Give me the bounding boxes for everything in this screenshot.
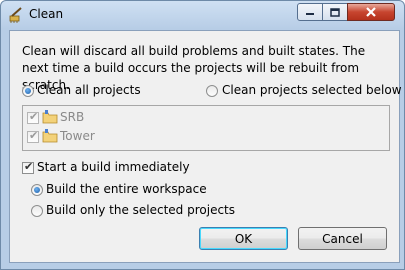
ok-button[interactable]: OK bbox=[199, 227, 288, 250]
cancel-button[interactable]: Cancel bbox=[298, 227, 387, 250]
build-entire-workspace-label[interactable]: Build the entire workspace bbox=[46, 182, 207, 196]
start-build-checkbox[interactable] bbox=[22, 160, 34, 174]
project-name-tower: Tower bbox=[60, 129, 95, 143]
project-checkbox-tower[interactable] bbox=[27, 129, 39, 143]
clean-dialog-window: Clean Clean will discard all build probl… bbox=[0, 0, 405, 270]
clean-all-projects-label[interactable]: Clean all projects bbox=[37, 83, 141, 97]
project-name-srb: SRB bbox=[60, 110, 85, 124]
minimize-button[interactable] bbox=[297, 3, 323, 21]
dialog-body: Clean will discard all build problems an… bbox=[9, 30, 402, 263]
build-selected-projects-label[interactable]: Build only the selected projects bbox=[46, 203, 235, 217]
minimize-icon bbox=[306, 13, 314, 15]
close-button[interactable] bbox=[347, 3, 395, 21]
clean-selected-projects-label[interactable]: Clean projects selected below bbox=[222, 83, 402, 97]
build-selected-projects-radio[interactable] bbox=[31, 205, 43, 217]
maximize-icon bbox=[330, 7, 340, 17]
clean-selected-projects-radio[interactable] bbox=[206, 85, 218, 97]
build-entire-workspace-radio[interactable] bbox=[31, 184, 43, 196]
eclipse-clean-icon bbox=[9, 7, 22, 23]
project-folder-icon bbox=[42, 129, 58, 143]
clean-all-projects-radio[interactable] bbox=[22, 85, 34, 97]
title-bar[interactable]: Clean bbox=[1, 1, 404, 29]
project-checkbox-srb[interactable] bbox=[27, 110, 39, 124]
window-title: Clean bbox=[29, 7, 64, 21]
close-icon bbox=[366, 7, 376, 17]
project-list: SRB Tower bbox=[22, 105, 390, 151]
project-folder-icon bbox=[42, 110, 58, 124]
maximize-button[interactable] bbox=[322, 3, 348, 21]
start-build-label[interactable]: Start a build immediately bbox=[37, 160, 190, 174]
